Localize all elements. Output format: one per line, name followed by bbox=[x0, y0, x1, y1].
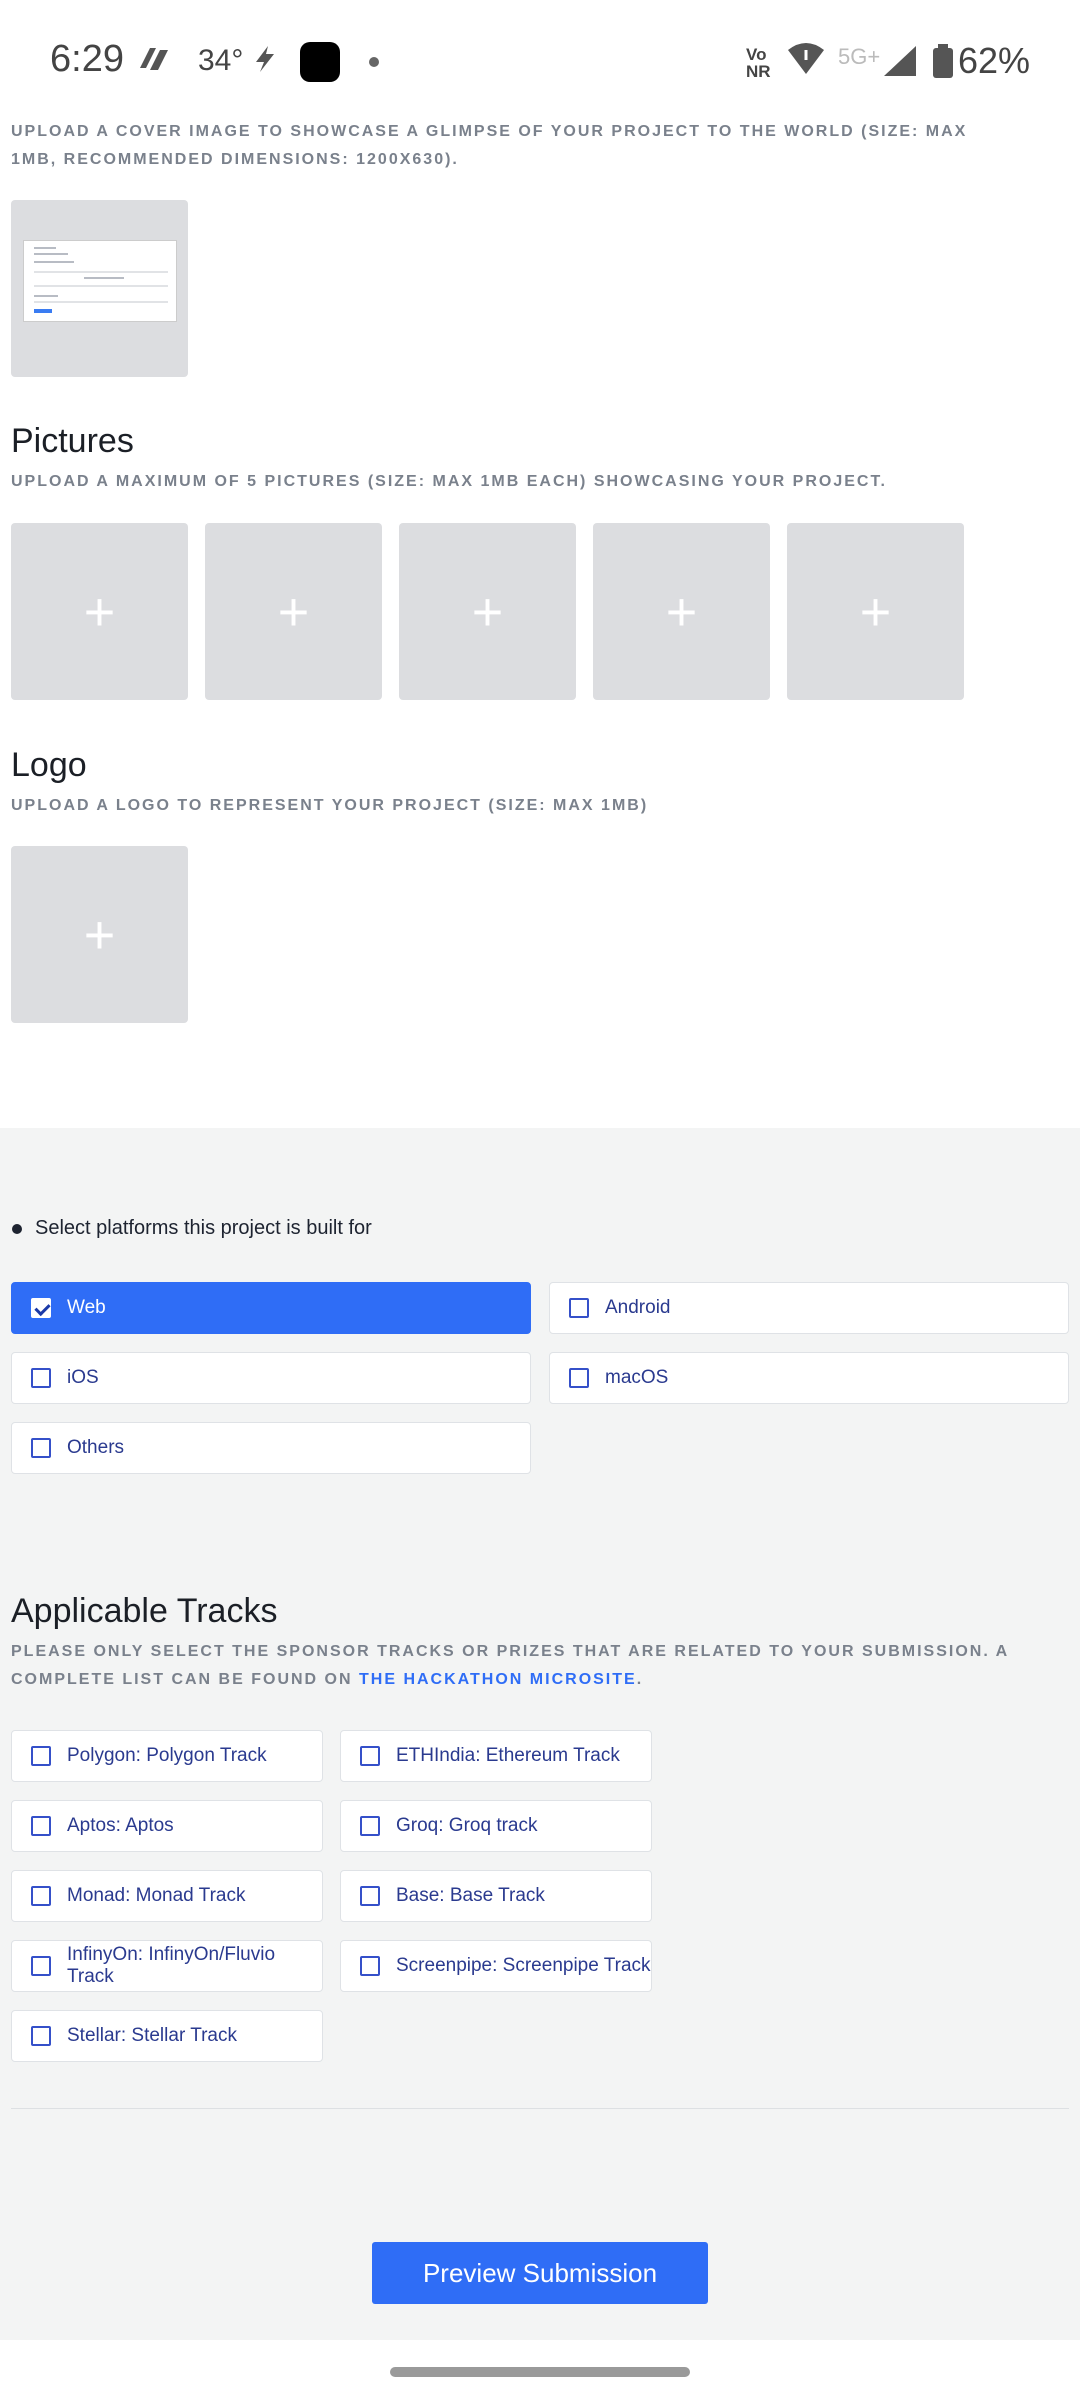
track-option-groq[interactable]: Groq: Groq track bbox=[340, 1800, 652, 1852]
plus-icon: + bbox=[859, 581, 892, 642]
navigation-bar bbox=[0, 2340, 1080, 2400]
track-option-aptos[interactable]: Aptos: Aptos bbox=[11, 1800, 323, 1852]
track-option-monad[interactable]: Monad: Monad Track bbox=[11, 1870, 323, 1922]
track-option-screenpipe[interactable]: Screenpipe: Screenpipe Track bbox=[340, 1940, 652, 1992]
more-notifications-dot-icon bbox=[369, 57, 379, 67]
hackathon-microsite-link[interactable]: the hackathon microsite bbox=[359, 1671, 637, 1688]
plus-icon: + bbox=[471, 581, 504, 642]
track-option-polygon[interactable]: Polygon: Polygon Track bbox=[11, 1730, 323, 1782]
track-option-label: ETHIndia: Ethereum Track bbox=[396, 1745, 620, 1766]
platforms-prompt: Select platforms this project is built f… bbox=[12, 1217, 372, 1240]
checkbox-icon[interactable] bbox=[31, 1746, 51, 1766]
pictures-description: Upload a maximum of 5 pictures (size: ma… bbox=[11, 473, 887, 490]
checkbox-checked-icon[interactable] bbox=[31, 1298, 51, 1318]
cover-image-upload[interactable] bbox=[11, 200, 188, 377]
platform-option-macos[interactable]: macOS bbox=[549, 1352, 1069, 1404]
battery-percent: 62% bbox=[958, 40, 1031, 81]
track-option-label: Screenpipe: Screenpipe Track bbox=[396, 1955, 651, 1976]
platform-option-label: macOS bbox=[605, 1367, 669, 1388]
track-option-label: Stellar: Stellar Track bbox=[67, 2025, 237, 2046]
picture-upload-slot[interactable]: + bbox=[787, 523, 964, 700]
track-option-infinyon[interactable]: InfinyOn: InfinyOn/Fluvio Track bbox=[11, 1940, 323, 1992]
checkbox-icon[interactable] bbox=[360, 1746, 380, 1766]
checkbox-icon[interactable] bbox=[360, 1956, 380, 1976]
network-5g-label: 5G+ bbox=[838, 44, 881, 69]
checkbox-icon[interactable] bbox=[569, 1298, 589, 1318]
bolt-notification-icon bbox=[250, 42, 280, 84]
platform-option-android[interactable]: Android bbox=[549, 1282, 1069, 1334]
platforms-prompt-text: Select platforms this project is built f… bbox=[35, 1217, 372, 1239]
section-divider bbox=[11, 2108, 1069, 2109]
checkbox-icon[interactable] bbox=[569, 1368, 589, 1388]
track-option-stellar[interactable]: Stellar: Stellar Track bbox=[11, 2010, 323, 2062]
checkbox-icon[interactable] bbox=[360, 1816, 380, 1836]
platform-option-label: Others bbox=[67, 1437, 125, 1458]
platform-option-ios[interactable]: iOS bbox=[11, 1352, 531, 1404]
home-gesture-handle[interactable] bbox=[390, 2367, 690, 2377]
platform-option-label: Web bbox=[67, 1297, 106, 1318]
cover-image-description: Upload a cover image to showcase a glimp… bbox=[11, 123, 968, 168]
platform-option-web[interactable]: Web bbox=[11, 1282, 531, 1334]
status-bar: 6:29 34° Vo NR 5G+ 62% bbox=[0, 0, 1080, 124]
picture-upload-slot[interactable]: + bbox=[399, 523, 576, 700]
picture-upload-slot[interactable]: + bbox=[205, 523, 382, 700]
plus-icon: + bbox=[277, 581, 310, 642]
track-option-base[interactable]: Base: Base Track bbox=[340, 1870, 652, 1922]
plus-icon: + bbox=[665, 581, 698, 642]
cover-image-thumbnail bbox=[23, 240, 177, 322]
wifi-icon bbox=[786, 40, 826, 84]
checkbox-icon[interactable] bbox=[31, 2026, 51, 2046]
track-option-label: InfinyOn: InfinyOn/Fluvio Track bbox=[67, 1944, 276, 1987]
track-option-label: Groq: Groq track bbox=[396, 1815, 538, 1836]
checkbox-icon[interactable] bbox=[31, 1368, 51, 1388]
status-time: 6:29 bbox=[50, 38, 124, 80]
track-option-label: Monad: Monad Track bbox=[67, 1885, 246, 1906]
checkbox-icon[interactable] bbox=[31, 1438, 51, 1458]
picture-upload-slot[interactable]: + bbox=[593, 523, 770, 700]
cell-signal-icon bbox=[882, 44, 918, 86]
logo-description: Upload a logo to represent your project … bbox=[11, 797, 649, 814]
checkbox-icon[interactable] bbox=[360, 1886, 380, 1906]
platform-option-others[interactable]: Others bbox=[11, 1422, 531, 1474]
tracks-heading: Applicable Tracks bbox=[11, 1592, 278, 1630]
track-option-label: Aptos: Aptos bbox=[67, 1815, 174, 1836]
checkbox-icon[interactable] bbox=[31, 1816, 51, 1836]
vonr-indicator: Vo NR bbox=[746, 45, 771, 81]
plus-icon: + bbox=[83, 581, 116, 642]
picture-upload-slot[interactable]: + bbox=[11, 523, 188, 700]
pictures-heading: Pictures bbox=[11, 422, 134, 460]
logo-upload-slot[interactable]: + bbox=[11, 846, 188, 1023]
plus-icon: + bbox=[83, 904, 116, 965]
track-option-label: Polygon: Polygon Track bbox=[67, 1745, 267, 1766]
battery-icon bbox=[932, 44, 954, 86]
app-notification-icon bbox=[134, 42, 174, 84]
status-temperature: 34° bbox=[198, 44, 244, 77]
track-option-label: Base: Base Track bbox=[396, 1885, 545, 1906]
platform-option-label: Android bbox=[605, 1297, 671, 1318]
checkbox-icon[interactable] bbox=[31, 1956, 51, 1976]
checkbox-icon[interactable] bbox=[31, 1886, 51, 1906]
track-option-ethindia[interactable]: ETHIndia: Ethereum Track bbox=[340, 1730, 652, 1782]
logo-heading: Logo bbox=[11, 746, 87, 784]
tracks-description: Please only select the sponsor tracks or… bbox=[11, 1643, 1009, 1688]
bullet-icon bbox=[12, 1223, 22, 1234]
platform-option-label: iOS bbox=[67, 1367, 99, 1388]
preview-submission-button[interactable]: Preview Submission bbox=[372, 2242, 708, 2304]
app-square-icon bbox=[300, 42, 340, 82]
